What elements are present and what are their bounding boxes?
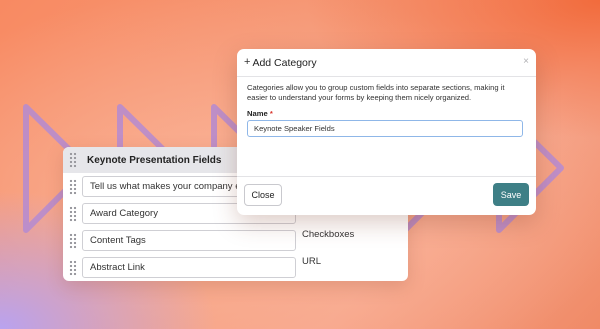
- drag-handle-icon[interactable]: [69, 152, 77, 168]
- name-label-text: Name: [247, 109, 268, 118]
- drag-handle-icon[interactable]: [69, 205, 77, 222]
- drag-handle-icon[interactable]: [69, 232, 77, 249]
- field-label-input[interactable]: Abstract Link: [82, 257, 296, 278]
- field-type-label: URL: [302, 256, 322, 267]
- name-field-label: Name *: [247, 109, 526, 118]
- modal-header: + Add Category ×: [237, 49, 536, 77]
- save-button[interactable]: Save: [493, 183, 529, 206]
- close-button[interactable]: Close: [244, 184, 282, 206]
- add-category-modal: + Add Category × Categories allow you to…: [237, 49, 536, 215]
- field-row: Content Tags Checkboxes: [63, 227, 408, 254]
- modal-body: Categories allow you to group custom fie…: [237, 77, 536, 177]
- modal-footer: Close Save: [237, 177, 536, 214]
- drag-handle-icon[interactable]: [69, 259, 77, 276]
- drag-handle-icon[interactable]: [69, 178, 77, 195]
- field-label-input[interactable]: Content Tags: [82, 230, 296, 251]
- category-name-input[interactable]: Keynote Speaker Fields: [247, 120, 523, 137]
- field-row: Abstract Link URL: [63, 254, 408, 281]
- required-mark: *: [269, 109, 273, 118]
- modal-description: Categories allow you to group custom fie…: [247, 83, 505, 102]
- close-icon[interactable]: ×: [523, 56, 529, 67]
- plus-icon: +: [244, 56, 251, 68]
- field-type-label: Checkboxes: [302, 229, 355, 240]
- modal-title: Add Category: [252, 56, 317, 69]
- field-list-title: Keynote Presentation Fields: [87, 154, 222, 166]
